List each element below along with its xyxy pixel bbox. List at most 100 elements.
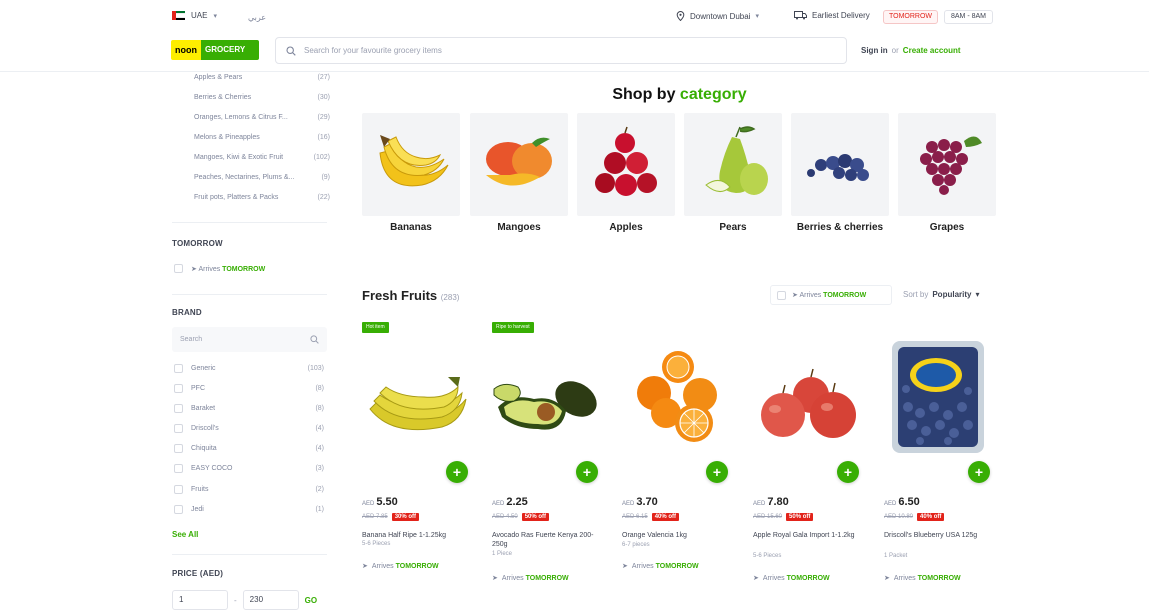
see-all-brands-link[interactable]: See All <box>172 530 198 539</box>
location-selector[interactable]: Downtown Dubai ▾ <box>676 11 759 21</box>
brand-label: Baraket <box>191 405 216 412</box>
subcategory-label: Mangoes, Kiwi & Exotic Fruit <box>194 154 284 161</box>
country-selector[interactable]: UAE ▾ <box>172 11 217 20</box>
subcategory-label: Berries & Cherries <box>194 94 252 101</box>
price-go-button[interactable]: GO <box>305 596 317 605</box>
product-card[interactable]: + AED 7.80 AED 15.60 50% off Apple Royal G… <box>753 322 865 592</box>
product-price: AED 6.50 <box>884 496 920 508</box>
subcategory-item[interactable]: Berries & Cherries (30) <box>194 94 330 101</box>
arrives-day: TOMORROW <box>222 265 266 273</box>
uae-flag-icon <box>172 11 185 20</box>
avocado-icon <box>493 381 597 430</box>
sort-label: Sort by <box>903 290 929 299</box>
checkbox[interactable] <box>174 464 183 473</box>
arrives-tomorrow-filter[interactable]: ➤ Arrives TOMORROW <box>770 285 892 305</box>
brand-option[interactable]: Generic (103) <box>174 364 324 373</box>
tomorrow-filter-option[interactable]: ➤ Arrives TOMORROW <box>174 264 324 273</box>
checkbox[interactable] <box>174 264 183 273</box>
search-icon <box>286 45 296 56</box>
checkbox[interactable] <box>174 424 183 433</box>
brand-option[interactable]: Chiquita (4) <box>174 444 324 453</box>
product-card[interactable]: Ripe to harvest + AED 2.25 AED 4.50 50% of… <box>492 322 604 592</box>
product-card[interactable]: + AED 6.50 AED 10.80 40% off Driscoll's Bl… <box>884 322 996 592</box>
subcategory-item[interactable]: Apples & Pears (27) <box>194 74 330 81</box>
country-label: UAE <box>191 11 208 20</box>
sort-value: Popularity <box>932 290 972 299</box>
product-price: AED 2.25 <box>492 496 528 508</box>
subcategory-item[interactable]: Peaches, Nectarines, Plums &... (9) <box>194 174 330 181</box>
orange-icon <box>637 351 717 442</box>
brand-label: Driscoll's <box>191 425 219 432</box>
create-account-link[interactable]: Create account <box>903 46 961 55</box>
banana-icon <box>369 377 467 431</box>
product-tag: Ripe to harvest <box>492 322 534 333</box>
category-tile-mangoes[interactable]: Mangoes <box>470 113 568 233</box>
brand-option[interactable]: EASY COCO (3) <box>174 464 324 473</box>
search-input[interactable] <box>304 46 846 55</box>
category-label: Pears <box>719 222 747 233</box>
checkbox[interactable] <box>174 485 183 494</box>
add-to-cart-button[interactable]: + <box>837 461 859 483</box>
product-card[interactable]: + AED 3.70 AED 6.15 40% off Orange Valenci… <box>622 322 734 592</box>
subcategory-item[interactable]: Mangoes, Kiwi & Exotic Fruit (102) <box>194 154 330 161</box>
product-unit: 5-6 Pieces <box>362 541 391 547</box>
category-tile-bananas[interactable]: Bananas <box>362 113 460 233</box>
checkbox[interactable] <box>174 444 183 453</box>
sort-dropdown[interactable]: Sort by Popularity ▾ <box>903 290 979 299</box>
add-to-cart-button[interactable]: + <box>706 461 728 483</box>
category-tile-berries[interactable]: Berries & cherries <box>791 113 889 233</box>
add-to-cart-button[interactable]: + <box>576 461 598 483</box>
arrives-text: Arrives <box>198 265 221 273</box>
shop-by-category-title: Shop by category <box>362 86 997 104</box>
brand-option[interactable]: Jedi (1) <box>174 505 324 514</box>
currency: AED <box>753 501 766 507</box>
price-separator: - <box>234 595 237 605</box>
price-min-input[interactable]: 1 <box>172 590 228 610</box>
checkbox[interactable] <box>174 505 183 514</box>
delivery-day-badge: TOMORROW <box>883 10 939 24</box>
category-tile-grapes[interactable]: Grapes <box>898 113 996 233</box>
category-tile-apples[interactable]: Apples <box>577 113 675 233</box>
delivery-time-badge: 8AM - 8AM <box>944 10 994 24</box>
category-image <box>577 113 675 216</box>
brand-label: Jedi <box>191 506 204 513</box>
currency: AED <box>362 501 375 507</box>
subcategory-item[interactable]: Fruit pots, Platters & Packs (22) <box>194 194 330 201</box>
sign-in-link[interactable]: Sign in <box>861 46 888 55</box>
rocket-icon: ➤ <box>792 292 798 299</box>
product-count: (283) <box>440 293 460 302</box>
brand-label: Fruits <box>191 486 209 493</box>
subcategory-label: Oranges, Lemons & Citrus F... <box>194 114 288 121</box>
checkbox[interactable] <box>777 290 786 300</box>
arrives-day: TOMORROW <box>395 562 439 570</box>
subcategory-item[interactable]: Melons & Pineapples (16) <box>194 134 330 141</box>
category-image <box>684 113 782 216</box>
noon-grocery-logo[interactable]: noon GROCERY <box>171 40 259 60</box>
category-tile-pears[interactable]: Pears <box>684 113 782 233</box>
brand-label: Chiquita <box>191 445 217 452</box>
search-bar[interactable] <box>275 37 847 64</box>
price-max-input[interactable]: 230 <box>242 590 299 610</box>
product-card[interactable]: Hot item + AED 5.50 AED 7.85 30% off Banan… <box>362 322 474 592</box>
brand-option[interactable]: Fruits (2) <box>174 485 324 494</box>
rocket-icon: ➤ <box>492 575 498 582</box>
brand-option[interactable]: PFC (8) <box>174 384 324 393</box>
price-filter-title: PRICE (AED) <box>172 569 224 578</box>
divider <box>172 554 327 555</box>
old-price: AED 6.15 <box>622 514 648 520</box>
brand-search-field[interactable]: Search <box>172 327 327 352</box>
logo-grocery: GROCERY <box>201 40 259 60</box>
subcategory-item[interactable]: Oranges, Lemons & Citrus F... (29) <box>194 114 330 121</box>
brand-label: Generic <box>191 365 216 372</box>
language-switch[interactable]: عربي <box>248 13 266 22</box>
brand-option[interactable]: Baraket (8) <box>174 404 324 413</box>
add-to-cart-button[interactable]: + <box>446 461 468 483</box>
divider <box>172 294 327 295</box>
checkbox[interactable] <box>174 404 183 413</box>
add-to-cart-button[interactable]: + <box>968 461 990 483</box>
logo-noon: noon <box>171 40 201 60</box>
product-price: AED 5.50 <box>362 496 398 508</box>
checkbox[interactable] <box>174 364 183 373</box>
brand-option[interactable]: Driscoll's (4) <box>174 424 324 433</box>
checkbox[interactable] <box>174 384 183 393</box>
